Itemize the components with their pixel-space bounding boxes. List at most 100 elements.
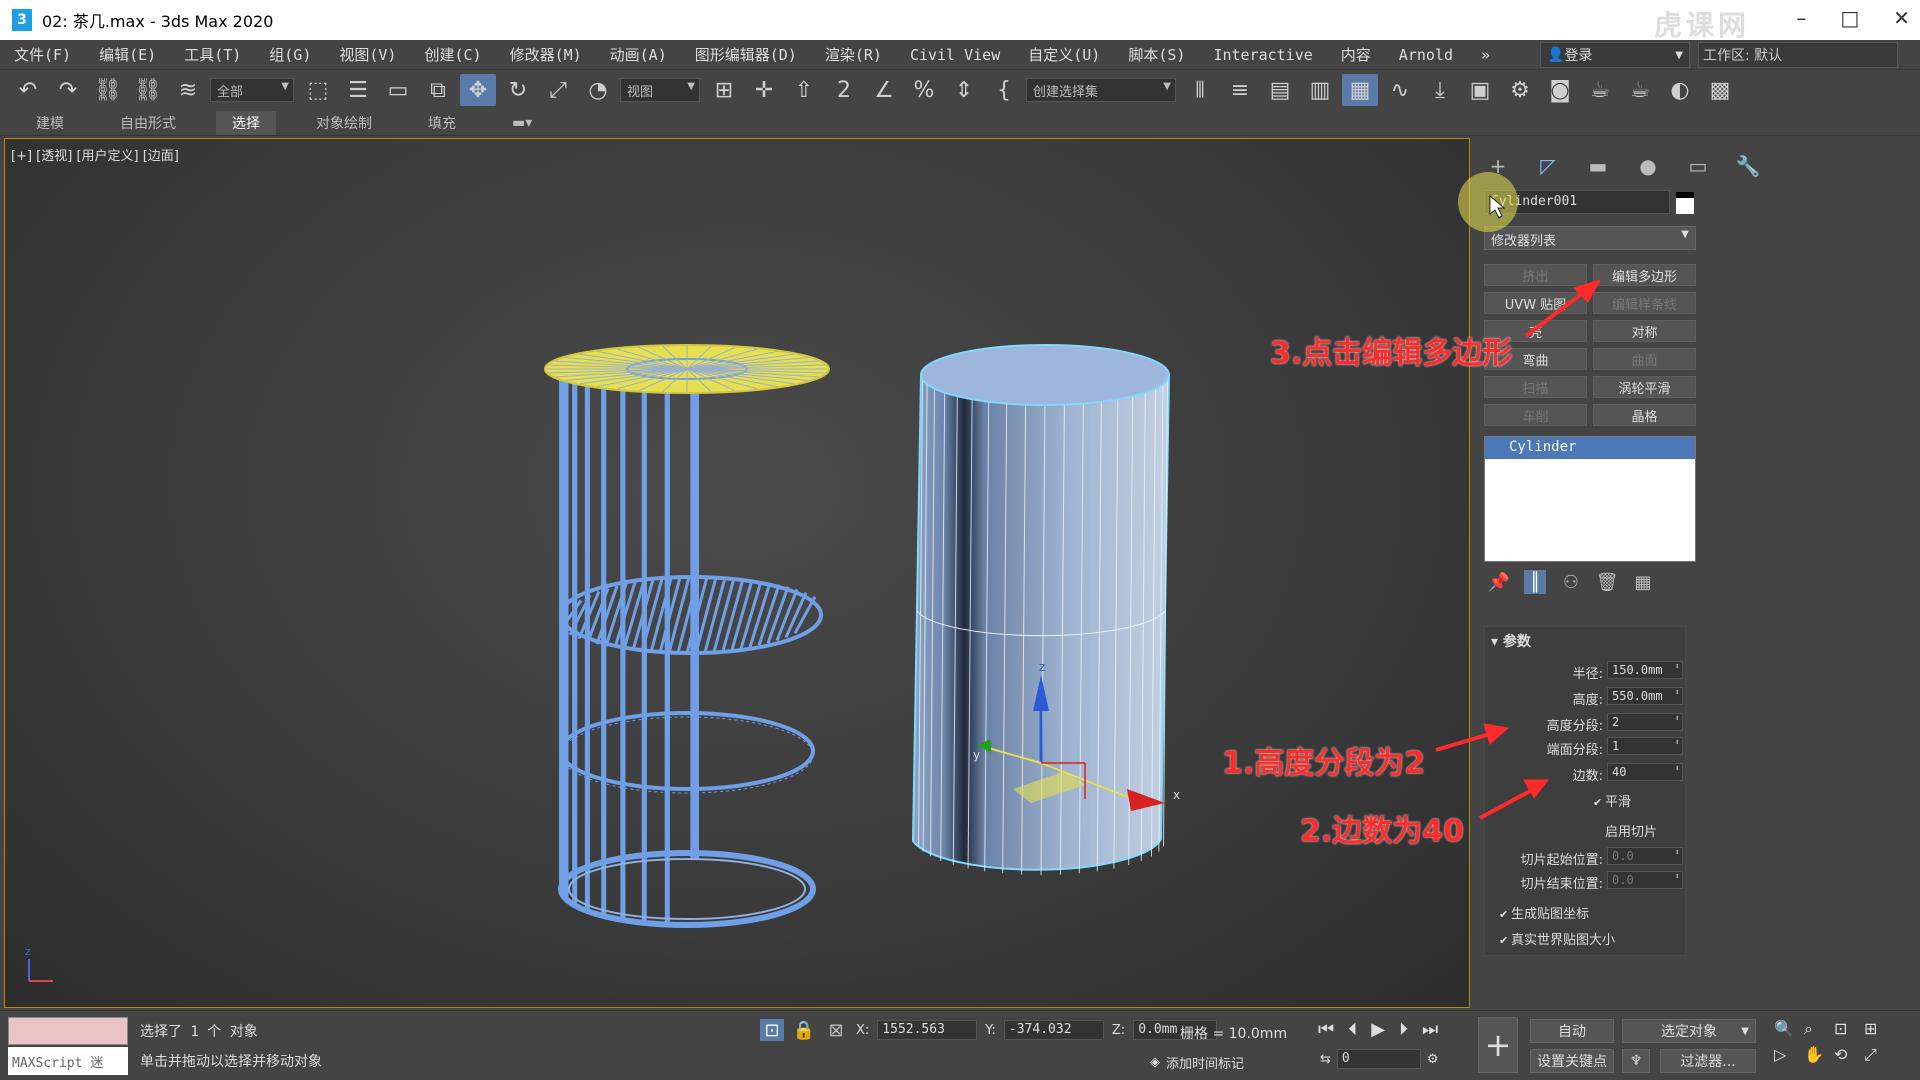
render-shortcut-icon[interactable]: ▩ [1702, 74, 1738, 106]
spinner-snap-icon[interactable]: ⇕ [946, 74, 982, 106]
menu-civil-view[interactable]: Civil View [896, 46, 1014, 64]
slice-from-spinner[interactable]: 0.0 ⬍ [1607, 847, 1683, 865]
named-selection-dropdown[interactable]: 创建选择集 ▼ [1026, 78, 1176, 102]
zoom-icon[interactable]: 🔍 [1774, 1019, 1800, 1039]
make-unique-icon[interactable]: ⚇ [1560, 570, 1582, 594]
symmetry-button[interactable]: 对称 [1593, 320, 1696, 342]
edit-poly-button[interactable]: 编辑多边形 [1593, 264, 1696, 286]
lock-icon[interactable]: 🔒 [792, 1019, 816, 1041]
bend-button[interactable]: 弯曲 [1484, 348, 1587, 370]
parameters-rollout-header[interactable]: ▾ 参数 [1491, 631, 1531, 651]
window-crossing-icon[interactable]: ⧉ [420, 74, 456, 106]
spinner-icon[interactable]: ⬍ [1675, 764, 1680, 774]
height-spinner[interactable]: 550.0mm ⬍ [1607, 687, 1683, 705]
modifier-list-dropdown[interactable]: 修改器列表 ▼ [1484, 226, 1696, 250]
select-object-icon[interactable]: ⬚ [300, 74, 336, 106]
menu-interactive[interactable]: Interactive [1199, 46, 1326, 64]
rendered-frame-icon[interactable]: ◙ [1542, 74, 1578, 106]
maximize-icon[interactable]: □ [1840, 6, 1859, 30]
snaps-toggle-icon[interactable]: 2 [826, 74, 862, 106]
set-key-plus-icon[interactable]: + [1478, 1017, 1518, 1073]
spinner-icon[interactable]: ⬍ [1675, 714, 1680, 724]
select-scale-icon[interactable]: ⤢ [540, 74, 576, 106]
zoom-all-icon[interactable]: ⌕ [1804, 1019, 1830, 1039]
uvw-map-button[interactable]: UVW 贴图 [1484, 292, 1587, 314]
object-color-swatch[interactable] [1676, 192, 1694, 214]
menu-file[interactable]: 文件(F) [0, 44, 85, 65]
current-frame-field[interactable]: 0 [1336, 1049, 1421, 1069]
menu-edit[interactable]: 编辑(E) [85, 44, 170, 65]
edit-named-selection-icon[interactable]: { [986, 74, 1022, 106]
zoom-extents-all-icon[interactable]: ⊞ [1864, 1019, 1890, 1039]
menu-rendering[interactable]: 渲染(R) [811, 44, 896, 65]
filters-button[interactable]: 过滤器... [1660, 1049, 1756, 1073]
tab-object-paint[interactable]: 对象绘制 [300, 111, 388, 135]
set-key-button[interactable]: 设置关键点 [1530, 1049, 1614, 1073]
undo-icon[interactable]: ↶ [10, 74, 46, 106]
play-icon[interactable]: ▶ [1371, 1019, 1385, 1040]
sides-spinner[interactable]: 40 ⬍ [1607, 763, 1683, 781]
placement-icon[interactable]: ◔ [580, 74, 616, 106]
add-time-tag[interactable]: ◈ 添加时间标记 [1150, 1053, 1244, 1072]
link-icon[interactable]: ⛓ [90, 74, 126, 106]
menu-customize[interactable]: 自定义(U) [1014, 44, 1114, 65]
menu-modifiers[interactable]: 修改器(M) [496, 44, 596, 65]
menu-group[interactable]: 组(G) [255, 44, 325, 65]
create-tab-icon[interactable]: + [1486, 154, 1510, 178]
spinner-icon[interactable]: ⬍ [1675, 848, 1680, 858]
ribbon-options-icon[interactable]: ▬▾ [496, 113, 548, 133]
close-icon[interactable]: ✕ [1893, 6, 1910, 30]
menu-tools[interactable]: 工具(T) [170, 44, 255, 65]
slice-to-spinner[interactable]: 0.0 ⬍ [1607, 871, 1683, 889]
unlink-icon[interactable]: ⛓ [130, 74, 166, 106]
absolute-mode-icon[interactable]: ⊠ [824, 1019, 848, 1041]
y-coord-field[interactable]: -374.032 [1003, 1020, 1104, 1040]
minimize-icon[interactable]: – [1796, 6, 1806, 30]
mirror-icon[interactable]: ⫴ [1182, 74, 1218, 106]
material-editor-icon[interactable]: ▣ [1462, 74, 1498, 106]
tab-freeform[interactable]: 自由形式 [104, 111, 192, 135]
redo-icon[interactable]: ↷ [50, 74, 86, 106]
spinner-icon[interactable]: ⬍ [1675, 872, 1680, 882]
menu-arnold[interactable]: Arnold [1385, 46, 1467, 64]
next-frame-icon[interactable]: ⏵ [1399, 1019, 1408, 1040]
layer-explorer-icon[interactable]: ▥ [1302, 74, 1338, 106]
render-iterative-icon[interactable]: ☕ [1622, 74, 1658, 106]
workspace-dropdown[interactable]: 工作区: 默认 [1698, 42, 1898, 68]
sweep-button[interactable]: 扫描 [1484, 376, 1587, 398]
isolate-selection-icon[interactable]: ⊡ [760, 1019, 784, 1041]
field-of-view-icon[interactable]: ▷ [1774, 1045, 1800, 1065]
bind-spacewarp-icon[interactable]: ≋ [170, 74, 206, 106]
maxscript-mini-listener[interactable]: MAXScript 迷 [8, 1047, 128, 1075]
spinner-icon[interactable]: ⬍ [1675, 688, 1680, 698]
go-to-start-icon[interactable]: ⏮ [1318, 1019, 1334, 1040]
lathe-button[interactable]: 车削 [1484, 404, 1587, 426]
menu-scripting[interactable]: 脚本(S) [1114, 44, 1199, 65]
scene-explorer-icon[interactable]: ▤ [1262, 74, 1298, 106]
percent-snap-icon[interactable]: % [906, 74, 942, 106]
menu-more[interactable]: » [1467, 46, 1504, 64]
time-config-icon[interactable]: ⚙ [1427, 1052, 1439, 1067]
curve-editor-icon[interactable]: ∿ [1382, 74, 1418, 106]
selected-object-dropdown[interactable]: 选定对象 ▼ [1622, 1019, 1756, 1043]
menu-content[interactable]: 内容 [1327, 44, 1385, 65]
motion-tab-icon[interactable]: ● [1636, 154, 1660, 178]
extrude-button[interactable]: 挤出 [1484, 264, 1587, 286]
lattice-button[interactable]: 晶格 [1593, 404, 1696, 426]
align-icon[interactable]: ≡ [1222, 74, 1258, 106]
maxscript-listener-swatch[interactable] [8, 1017, 128, 1045]
utilities-tab-icon[interactable]: 🔧 [1736, 154, 1761, 178]
rect-selection-icon[interactable]: ▭ [380, 74, 416, 106]
menu-graph-editors[interactable]: 图形编辑器(D) [681, 44, 811, 65]
height-segments-spinner[interactable]: 2 ⬍ [1607, 713, 1683, 731]
turbosmooth-button[interactable]: 涡轮平滑 [1593, 376, 1696, 398]
keyboard-shortcut-icon[interactable]: ⇧ [786, 74, 822, 106]
orbit-icon[interactable]: ⟲ [1834, 1045, 1860, 1065]
pan-icon[interactable]: ✋ [1804, 1045, 1830, 1065]
selection-filter-dropdown[interactable]: 全部 ▼ [210, 78, 294, 102]
display-tab-icon[interactable]: ▭ [1686, 154, 1710, 178]
tab-modeling[interactable]: 建模 [20, 111, 80, 135]
menu-animation[interactable]: 动画(A) [596, 44, 681, 65]
radius-spinner[interactable]: 150.0mm ⬍ [1607, 661, 1683, 679]
pivot-center-icon[interactable]: ⊞ [706, 74, 742, 106]
